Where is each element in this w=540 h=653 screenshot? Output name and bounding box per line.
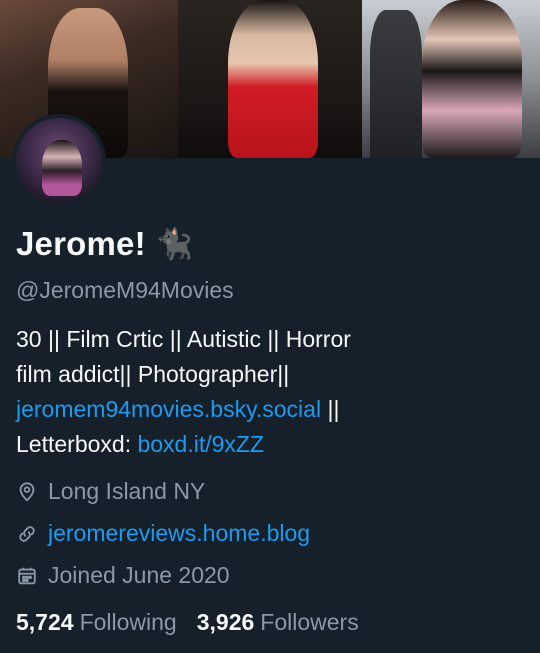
followers-label: Followers xyxy=(260,609,359,635)
bio-line: Letterboxd: boxd.it/9xZZ xyxy=(16,427,516,462)
location-text: Long Island NY xyxy=(48,478,206,504)
letterboxd-link[interactable]: boxd.it/9xZZ xyxy=(137,431,264,457)
calendar-icon xyxy=(18,567,36,584)
banner-photo-3 xyxy=(362,0,540,158)
bio-line: film addict|| Photographer|| xyxy=(16,361,290,387)
following-label: Following xyxy=(79,609,177,635)
joined-text: Joined June 2020 xyxy=(48,562,230,588)
joined-row: Joined June 2020 xyxy=(16,562,230,589)
followers-count: 3,926 xyxy=(196,609,255,635)
bluesky-link[interactable]: jeromem94movies.bsky.social xyxy=(16,396,321,422)
display-name: Jerome! xyxy=(16,225,146,262)
following-count: 5,724 xyxy=(16,609,74,635)
bio: 30 || Film Crtic || Autistic || Horror f… xyxy=(16,322,516,462)
bio-text: Letterboxd: xyxy=(16,431,138,457)
link-icon xyxy=(19,525,35,542)
location-row: Long Island NY xyxy=(16,478,205,505)
followers-link[interactable]: 3,926 Followers xyxy=(197,609,359,636)
banner-photo-2 xyxy=(178,0,362,158)
banner-figure-2 xyxy=(228,0,318,158)
follow-stats: 5,724 Following 3,926 Followers xyxy=(16,609,359,636)
banner-photographer xyxy=(370,10,422,158)
user-handle: @JeromeM94Movies xyxy=(16,277,234,303)
bio-line: jeromem94movies.bsky.social || xyxy=(16,392,516,427)
bio-text: || xyxy=(321,396,340,422)
banner-figure-3 xyxy=(422,0,522,158)
bio-line: 30 || Film Crtic || Autistic || Horror xyxy=(16,326,351,352)
following-link[interactable]: 5,724 Following xyxy=(16,609,177,636)
black-cat-emoji: 🐈‍⬛ xyxy=(155,227,194,261)
website-row: jeromereviews.home.blog xyxy=(16,520,310,547)
avatar[interactable] xyxy=(12,114,106,208)
website-link[interactable]: jeromereviews.home.blog xyxy=(48,520,310,547)
display-name-row: Jerome! 🐈‍⬛ xyxy=(16,225,193,263)
avatar-figure xyxy=(42,140,82,196)
location-pin-icon xyxy=(19,481,35,501)
